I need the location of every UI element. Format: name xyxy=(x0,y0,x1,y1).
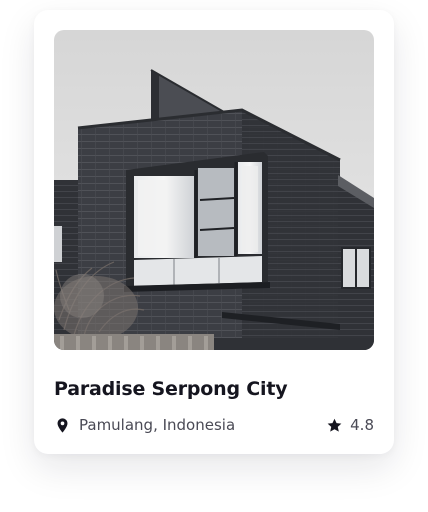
property-rating: 4.8 xyxy=(350,416,374,434)
property-title: Paradise Serpong City xyxy=(54,378,288,400)
star-icon xyxy=(326,417,343,434)
building-photo xyxy=(54,30,374,350)
property-photo[interactable] xyxy=(54,30,374,350)
property-card[interactable]: Paradise Serpong City Pamulang, Indonesi… xyxy=(34,10,394,454)
rating-group: 4.8 xyxy=(326,416,374,434)
property-location: Pamulang, Indonesia xyxy=(79,416,236,434)
location-pin-icon xyxy=(54,417,71,434)
property-meta: Pamulang, Indonesia 4.8 xyxy=(54,414,374,436)
location-group: Pamulang, Indonesia xyxy=(54,416,235,434)
